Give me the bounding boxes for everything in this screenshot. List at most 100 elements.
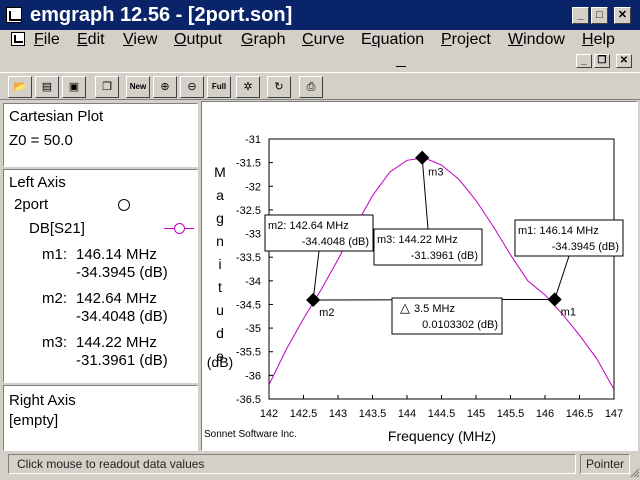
- marker-freq: 142.64 MHz: [76, 290, 157, 307]
- window-title: emgraph 12.56 - [2port.son]: [30, 4, 293, 26]
- close-button[interactable]: ✕: [614, 7, 631, 24]
- menu-graph[interactable]: Graph: [241, 30, 285, 50]
- plot-type-label: Cartesian Plot: [9, 108, 104, 125]
- menu-help[interactable]: Help: [582, 30, 615, 50]
- mdi-controls: [0, 52, 640, 72]
- y-axis-label-letter: a: [216, 187, 224, 203]
- y-axis-label-letter: t: [218, 279, 222, 295]
- marker-value: -34.4048 (dB): [76, 308, 168, 325]
- gear-icon[interactable]: ✲: [236, 76, 260, 98]
- chart-svg[interactable]: 142 142.5 143 143.5 144 144.5 145 145.5 146 146.5…: [202, 102, 637, 450]
- minimize-button[interactable]: _: [572, 7, 589, 24]
- right-axis-value: [empty]: [9, 412, 59, 429]
- x-tick-label: 146.5: [566, 408, 594, 420]
- y-tick-label: -35.5: [236, 347, 261, 359]
- refresh-icon[interactable]: ↻: [267, 76, 291, 98]
- y-axis-label-letter: n: [216, 233, 224, 249]
- zoom-out-icon[interactable]: ⊖: [180, 76, 204, 98]
- x-tick-label: 145.5: [497, 408, 525, 420]
- file-symbol-icon: [118, 199, 130, 211]
- left-panel: Cartesian Plot Z0 = 50.0 Left Axis 2port…: [0, 101, 200, 451]
- y-tick-label: -31: [245, 134, 261, 146]
- doc-close-button[interactable]: ✕: [616, 54, 632, 68]
- menu-file[interactable]: File: [34, 30, 60, 50]
- marker-label: m3: [428, 167, 443, 179]
- copy-icon[interactable]: ❐: [95, 76, 119, 98]
- status-mode: Pointer: [580, 454, 630, 474]
- printer-icon[interactable]: ⎙: [299, 76, 323, 98]
- callout-line2: -34.4048 (dB): [302, 236, 369, 248]
- file-label[interactable]: 2port: [14, 196, 48, 214]
- delta-line2: 0.0103302 (dB): [422, 319, 498, 331]
- marker-label: m1: [561, 306, 576, 318]
- x-tick-label: 144: [398, 408, 416, 420]
- marker-label: m2: [319, 307, 334, 319]
- callout-leader: [554, 255, 570, 300]
- curve-label[interactable]: DB[S21]: [29, 220, 85, 238]
- y-axis-label-letter: g: [216, 210, 224, 226]
- callout-line1: m3: 144.22 MHz: [377, 234, 458, 246]
- marker-name: m1:: [42, 246, 68, 263]
- x-tick-label: 146: [536, 408, 554, 420]
- y-tick-label: -34.5: [236, 299, 261, 311]
- x-tick-label: 142: [260, 408, 278, 420]
- right-axis-box[interactable]: Right Axis [empty]: [3, 385, 198, 451]
- series-line[interactable]: [268, 157, 615, 390]
- menu-window[interactable]: Window: [508, 30, 565, 50]
- app-icon[interactable]: [6, 7, 22, 23]
- y-tick-label: -32: [245, 181, 261, 193]
- menu-equation[interactable]: Equation: [361, 30, 424, 50]
- open-folder-icon[interactable]: 📂: [8, 76, 32, 98]
- zoom-full-icon[interactable]: Full: [207, 76, 231, 98]
- x-tick-label: 143.5: [359, 408, 387, 420]
- maximize-button[interactable]: □: [591, 7, 608, 24]
- marker-freq: 144.22 MHz: [76, 334, 157, 351]
- doc-restore-button[interactable]: ❐: [594, 54, 610, 68]
- menu-output[interactable]: Output: [174, 30, 222, 50]
- y-tick-label: -33.5: [236, 252, 261, 264]
- new-graph-icon[interactable]: New: [126, 76, 150, 98]
- y-tick-label: -31.5: [236, 158, 261, 170]
- marker-freq: 146.14 MHz: [76, 246, 157, 263]
- x-tick-label: 143: [329, 408, 347, 420]
- delta-line1: 3.5 MHz: [414, 303, 455, 315]
- callout-leader: [312, 250, 320, 301]
- plot-area[interactable]: 142 142.5 143 143.5 144 144.5 145 145.5 146 146.5…: [201, 101, 638, 451]
- marker-value: -34.3945 (dB): [76, 264, 168, 281]
- marker-value: -31.3961 (dB): [76, 352, 168, 369]
- menu-view[interactable]: View: [123, 30, 157, 50]
- y-tick-label: -32.5: [236, 205, 261, 217]
- menu-edit[interactable]: Edit: [77, 30, 105, 50]
- resize-grip-icon[interactable]: [630, 468, 640, 478]
- menu-separator: [396, 66, 406, 67]
- z0-label: Z0 = 50.0: [9, 132, 73, 149]
- left-axis-box[interactable]: Left Axis 2port DB[S21] m1: 146.14 MHz -…: [3, 169, 198, 383]
- floppy-disk-icon[interactable]: ▣: [62, 76, 86, 98]
- save-all-icon[interactable]: ▤: [35, 76, 59, 98]
- y-tick-label: -35: [245, 323, 261, 335]
- marker-name: m3:: [42, 334, 68, 351]
- right-axis-header: Right Axis: [9, 392, 76, 409]
- menu-project[interactable]: Project: [441, 30, 491, 50]
- menu-curve[interactable]: Curve: [302, 30, 345, 50]
- y-tick-label: -33: [245, 229, 261, 241]
- x-tick-label: 147: [605, 408, 623, 420]
- callout-line1: m2: 142.64 MHz: [268, 220, 349, 232]
- zoom-in-icon[interactable]: ⊕: [153, 76, 177, 98]
- y-axis-unit: (dB): [207, 354, 233, 370]
- marker-m1[interactable]: [547, 292, 562, 307]
- x-tick-label: 144.5: [428, 408, 456, 420]
- callout-line2: -31.3961 (dB): [411, 250, 478, 262]
- document-icon[interactable]: [11, 32, 25, 46]
- marker-m3[interactable]: [415, 150, 430, 165]
- x-tick-label: 145: [467, 408, 485, 420]
- doc-minimize-button[interactable]: _: [576, 54, 592, 68]
- x-tick-label: 142.5: [290, 408, 318, 420]
- y-tick-label: -34: [245, 276, 261, 288]
- callout-line2: -34.3945 (dB): [552, 241, 619, 253]
- y-tick-label: -36.5: [236, 394, 261, 406]
- y-axis-label-letter: u: [216, 302, 224, 318]
- credit-text: Sonnet Software Inc.: [204, 429, 297, 440]
- title-bar[interactable]: emgraph 12.56 - [2port.son] _ □ ✕: [0, 0, 640, 30]
- marker-name: m2:: [42, 290, 68, 307]
